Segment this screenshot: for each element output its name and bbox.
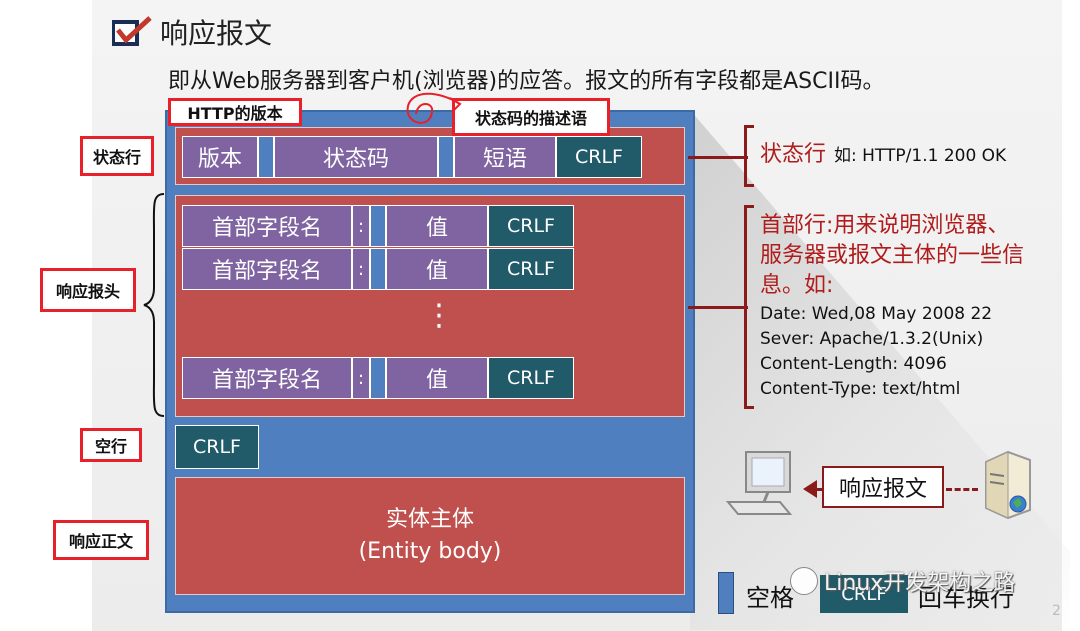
- net-dashed-line: [946, 488, 978, 491]
- curly-brace-icon: [143, 193, 165, 417]
- page-number: 2: [1052, 603, 1061, 619]
- header-example: Content-Type: text/html: [760, 379, 961, 399]
- legend-space-label: 空格: [746, 584, 794, 612]
- header-annotation-line: 服务器或报文主体的一些信: [760, 243, 1025, 268]
- space-cell: [438, 136, 454, 178]
- checkbox-icon: [112, 16, 152, 46]
- status-annotation-example: 如: HTTP/1.1 200 OK: [834, 146, 1007, 166]
- wechat-logo-icon: [790, 567, 818, 595]
- connector-line: [688, 156, 748, 159]
- header-annotation-line: 首部行:用来说明浏览器、: [760, 213, 1010, 238]
- crlf-cell: CRLF: [488, 248, 574, 290]
- crlf-cell: CRLF: [556, 136, 642, 178]
- header-value: 值: [386, 205, 488, 247]
- header-field-name: 首部字段名: [182, 205, 352, 247]
- label-http-version: HTTP的版本: [168, 98, 302, 126]
- space-cell: [370, 205, 386, 247]
- header-bracket: [744, 205, 754, 409]
- crlf-cell: CRLF: [488, 205, 574, 247]
- connector-line: [688, 306, 748, 309]
- space-cell: [370, 248, 386, 290]
- label-response-header: 响应报头: [40, 268, 136, 312]
- header-field-name: 首部字段名: [182, 248, 352, 290]
- label-response-body: 响应正文: [53, 520, 149, 560]
- net-dashed-line: [814, 488, 822, 491]
- page-title: 响应报文: [160, 17, 273, 50]
- label-status-line: 状态行: [80, 136, 154, 176]
- ellipsis: ⋮: [424, 298, 454, 333]
- status-bracket: [744, 125, 754, 187]
- header-example: Content-Length: 4096: [760, 354, 947, 374]
- label-blank-line: 空行: [80, 428, 142, 462]
- header-value: 值: [386, 357, 488, 399]
- header-annotation: 首部行:用来说明浏览器、 服务器或报文主体的一些信 息。如:: [760, 211, 1024, 301]
- space-cell: [258, 136, 274, 178]
- header-colon: :: [352, 357, 370, 399]
- header-example: Date: Wed,08 May 2008 22: [760, 304, 993, 324]
- header-field-name: 首部字段名: [182, 357, 352, 399]
- header-example: Sever: Apache/1.3.2(Unix): [760, 329, 984, 349]
- legend-space-swatch: [718, 572, 734, 614]
- status-code-cell: 状态码: [274, 136, 438, 178]
- status-annotation-head: 状态行: [760, 142, 827, 167]
- version-cell: 版本: [182, 136, 258, 178]
- entity-title: 实体主体: [385, 507, 474, 532]
- server-icon: [985, 450, 1031, 520]
- blank-line-crlf: CRLF: [175, 425, 259, 469]
- scribble-arrow-icon: [406, 92, 462, 124]
- header-examples: Date: Wed,08 May 2008 22 Sever: Apache/1…: [760, 302, 992, 402]
- header-colon: :: [352, 205, 370, 247]
- header-value: 值: [386, 248, 488, 290]
- computer-icon: [725, 451, 793, 515]
- status-annotation: 状态行 如: HTTP/1.1 200 OK: [760, 140, 1006, 170]
- entity-subtitle: (Entity body): [358, 539, 502, 564]
- net-label: 响应报文: [822, 466, 944, 508]
- phrase-cell: 短语: [454, 136, 556, 178]
- watermark-text: Linux开发架构之路: [824, 571, 1016, 596]
- page-subtitle: 即从Web服务器到客户机(浏览器)的应答。报文的所有字段都是ASCII码。: [168, 69, 885, 94]
- space-cell: [370, 357, 386, 399]
- header-annotation-line: 息。如:: [760, 273, 834, 298]
- label-status-description: 状态码的描述语: [452, 98, 610, 136]
- header-colon: :: [352, 248, 370, 290]
- crlf-cell: CRLF: [488, 357, 574, 399]
- watermark: Linux开发架构之路: [790, 565, 1015, 597]
- entity-body-text: 实体主体 (Entity body): [175, 504, 685, 568]
